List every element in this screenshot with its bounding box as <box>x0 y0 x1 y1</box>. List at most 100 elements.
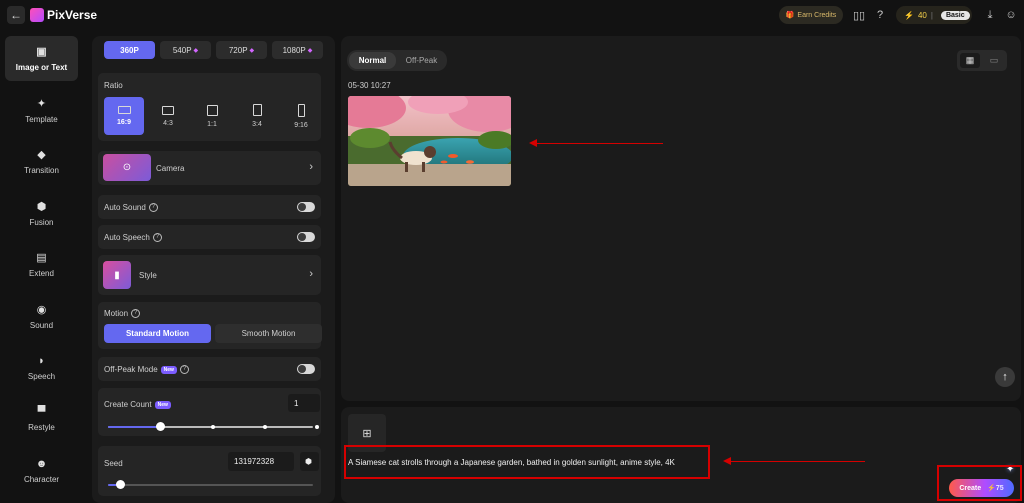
resolution-360p[interactable]: 360P <box>104 41 155 59</box>
mode-normal[interactable]: Normal <box>349 52 396 69</box>
seed-track[interactable] <box>108 484 313 486</box>
premium-icon: ◆ <box>307 47 313 54</box>
chevron-right-icon: › <box>309 161 313 173</box>
premium-icon: ◆ <box>193 47 199 54</box>
paint-roller-icon: ▀ <box>37 405 46 418</box>
mode-off-peak[interactable]: Off-Peak <box>398 52 445 69</box>
nav-item-image-or-text[interactable]: ▣ Image or Text <box>5 36 78 81</box>
lightning-icon: ⚡ <box>904 10 914 20</box>
download-icon[interactable]: ⤓ <box>983 8 997 22</box>
settings-panel: 360P 540P ◆ 720P ◆ 1080P ◆ Ratio 16:9 4:3 1… <box>92 36 335 503</box>
smooth-motion-button[interactable]: Smooth Motion <box>215 324 322 343</box>
help-icon[interactable]: ? <box>152 233 162 243</box>
sound-icon: ◉ <box>36 304 47 316</box>
premium-icon: ◆ <box>249 47 255 54</box>
ratio-9-16[interactable]: 9:16 <box>281 97 321 135</box>
new-badge: New <box>160 365 177 374</box>
standard-motion-button[interactable]: Standard Motion <box>104 324 211 343</box>
ratio-4-3[interactable]: 4:3 <box>148 97 188 135</box>
ratio-shape-icon <box>117 106 131 114</box>
auto-speech-card: Auto Speech? <box>98 225 321 249</box>
ratio-3-4[interactable]: 3:4 <box>237 97 277 135</box>
new-badge: New <box>154 400 171 409</box>
motion-card: Motion? Standard Motion Smooth Motion <box>98 302 322 349</box>
top-bar: ← PixVerse 🎁 Earn Credits ▯▯ ? ⚡ 40 | Ba… <box>0 0 1024 30</box>
off-peak-toggle[interactable] <box>297 364 315 374</box>
create-count-label: Create Count <box>104 400 152 409</box>
nav-item-label: Extend <box>29 269 54 278</box>
help-icon[interactable]: ? <box>131 309 141 319</box>
resolution-label: 1080P <box>282 45 306 55</box>
ratio-16-9[interactable]: 16:9 <box>104 97 144 135</box>
grid-view-icon[interactable]: ▦ <box>960 53 980 68</box>
generated-video-thumbnail[interactable] <box>348 96 511 186</box>
annotation-arrowhead <box>529 139 537 147</box>
dice-icon[interactable]: ⬢ <box>300 452 319 471</box>
create-count-knob[interactable] <box>156 422 165 431</box>
list-view-icon[interactable]: ▭ <box>984 53 1004 68</box>
scroll-to-top-button[interactable]: ↑ <box>995 367 1015 387</box>
auto-sound-toggle[interactable] <box>297 202 315 212</box>
image-icon: ▣ <box>36 46 47 58</box>
nav-item-extend[interactable]: ▤ Extend <box>5 242 78 287</box>
style-label: Style <box>139 271 157 280</box>
nav-item-label: Transition <box>24 166 59 175</box>
annotation-box-prompt <box>344 445 710 479</box>
nav-item-label: Character <box>23 474 60 484</box>
nav-item-restyle[interactable]: ▀ Restyle <box>5 396 78 441</box>
transition-icon: ◆ <box>37 149 46 161</box>
style-icon: ▮ <box>103 261 131 289</box>
nav-item-character[interactable]: ☻ Character <box>5 448 78 493</box>
plan-badge: Basic <box>940 10 970 20</box>
seed-knob[interactable] <box>116 480 125 489</box>
auto-speech-toggle[interactable] <box>297 232 315 242</box>
motion-label: Motion <box>104 309 129 318</box>
credits-badge[interactable]: ⚡ 40 | Basic <box>896 6 972 24</box>
auto-speech-label: Auto Speech <box>104 233 150 242</box>
ratio-value: 3:4 <box>252 121 262 128</box>
gift-icon: 🎁 <box>785 12 795 19</box>
nav-item-transition[interactable]: ◆ Transition <box>5 139 78 184</box>
ratio-shape-icon <box>297 103 305 117</box>
ratio-value: 9:16 <box>294 121 308 129</box>
earn-credits-button[interactable]: 🎁 Earn Credits <box>779 6 843 24</box>
user-icon[interactable]: ☺ <box>1004 8 1018 22</box>
arrow-left-icon: ← <box>10 8 22 22</box>
resolution-1080p[interactable]: 1080P ◆ <box>272 41 323 59</box>
resolution-720p[interactable]: 720P ◆ <box>216 41 267 59</box>
cube-icon: ⬢ <box>36 201 47 213</box>
earn-credits-label: Earn Credits <box>797 11 837 19</box>
create-count-fill <box>108 426 160 428</box>
annotation-arrow <box>533 143 663 144</box>
resolution-label: 360P <box>120 45 139 55</box>
image-plus-icon: ⊞ <box>362 427 372 440</box>
brand-name: PixVerse <box>47 8 98 22</box>
view-toggle: ▦ ▭ <box>957 50 1007 71</box>
camera-icon: ⊙ <box>103 154 151 181</box>
auto-sound-card: Auto Sound? <box>98 195 321 219</box>
resolution-540p[interactable]: 540P ◆ <box>160 41 211 59</box>
ratio-value: 4:3 <box>163 119 173 127</box>
face-icon: ☻ <box>35 457 48 470</box>
nav-item-label: Template <box>25 115 58 124</box>
ratio-1-1[interactable]: 1:1 <box>192 97 232 135</box>
camera-card[interactable]: ⊙ Camera › <box>98 151 321 185</box>
style-card[interactable]: ▮ Style › <box>98 255 321 295</box>
create-count-input[interactable]: 1 <box>288 394 320 412</box>
nav-item-sound[interactable]: ◉ Sound <box>5 294 78 339</box>
help-icon[interactable]: ? <box>873 8 887 22</box>
help-icon[interactable]: ? <box>148 203 158 213</box>
book-icon[interactable]: ▯▯ <box>852 8 866 22</box>
resolution-row: 360P 540P ◆ 720P ◆ 1080P ◆ <box>98 36 323 64</box>
nav-item-label: Fusion <box>29 218 54 227</box>
nav-item-label: Image or Text <box>15 63 68 72</box>
help-icon[interactable]: ? <box>179 365 189 375</box>
nav-item-template[interactable]: ✦ Template <box>5 88 78 133</box>
ratio-label: Ratio <box>104 81 123 90</box>
nav-item-fusion[interactable]: ⬢ Fusion <box>5 191 78 236</box>
nav-item-speech[interactable]: ◗ Speech <box>5 345 78 390</box>
seed-label: Seed <box>104 459 123 468</box>
back-button[interactable]: ← <box>7 6 25 24</box>
seed-input[interactable]: 131972328 <box>228 452 294 471</box>
annotation-box-create <box>937 465 1022 501</box>
